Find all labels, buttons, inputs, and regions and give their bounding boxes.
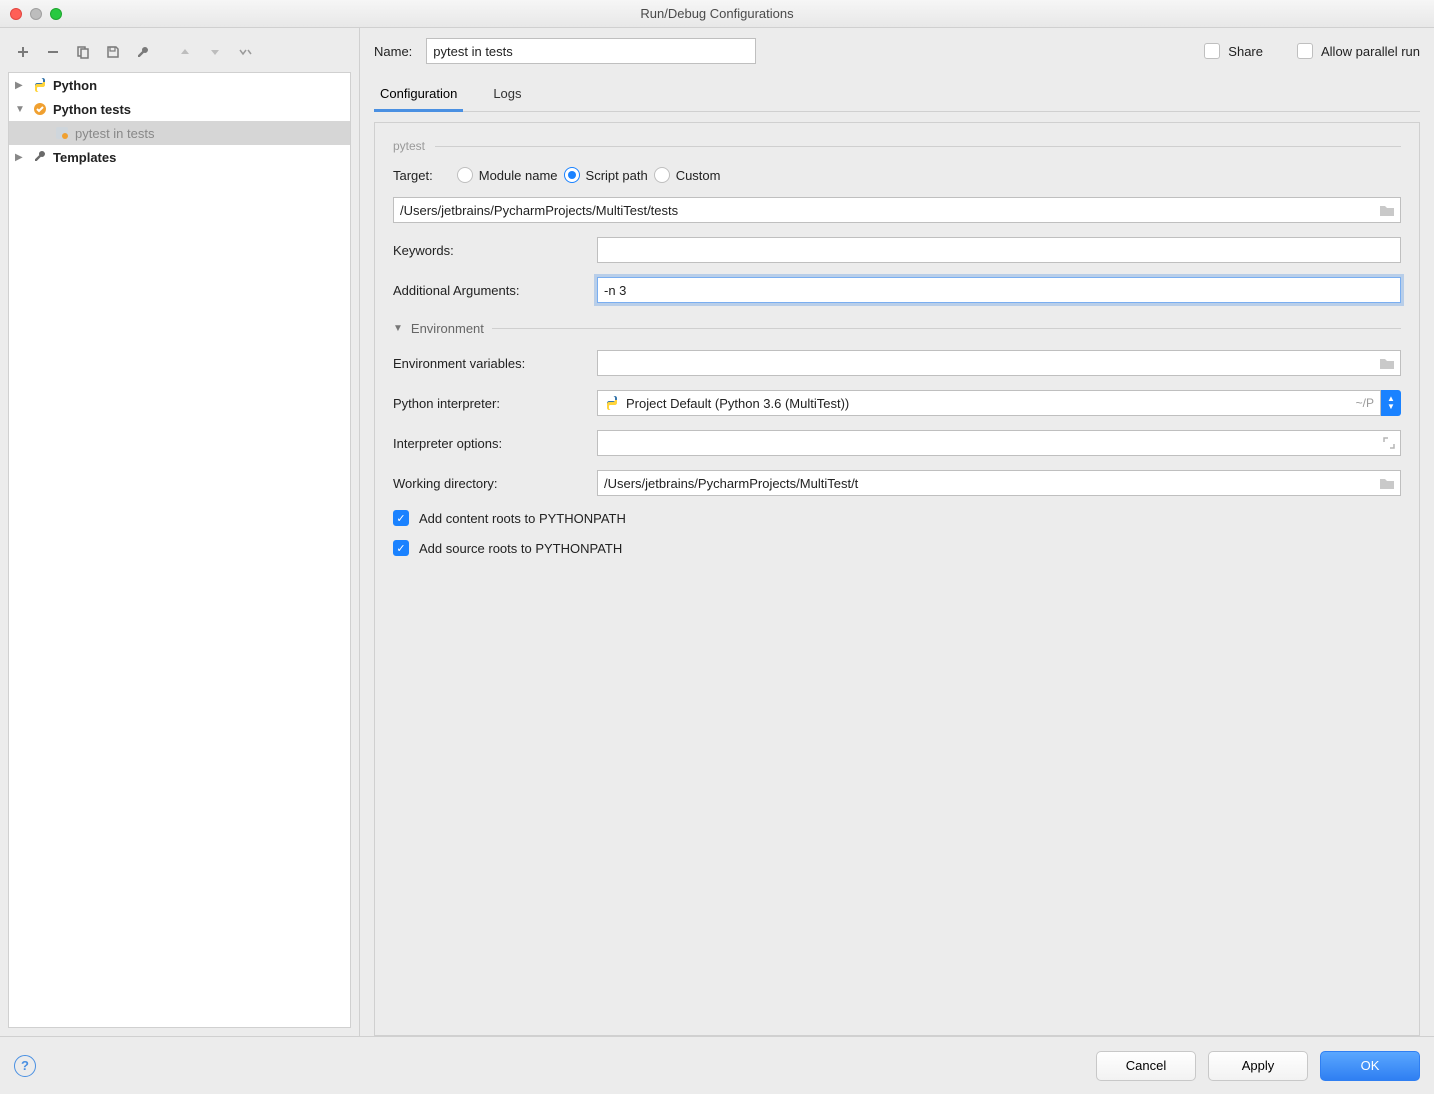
share-label: Share (1228, 44, 1263, 59)
form-area: pytest Target: Module name Script path (374, 122, 1420, 1036)
workdir-label: Working directory: (393, 476, 583, 491)
interp-opts-label: Interpreter options: (393, 436, 583, 451)
environment-section-label: Environment (411, 321, 484, 336)
list-icon[interactable] (1379, 356, 1395, 370)
wrench-icon (31, 149, 49, 165)
chevron-down-icon: ▼ (15, 104, 27, 115)
env-vars-label: Environment variables: (393, 356, 583, 371)
copy-config-button[interactable] (70, 40, 96, 64)
environment-section-header[interactable]: ▼ Environment (393, 321, 1401, 336)
config-tree[interactable]: ▶ Python ▼ Python tests (8, 72, 351, 1028)
move-down-button[interactable] (202, 40, 228, 64)
radio-label-text: Module name (479, 168, 558, 183)
add-content-roots-label: Add content roots to PYTHONPATH (419, 511, 626, 526)
select-arrows-icon[interactable]: ▲▼ (1381, 390, 1401, 416)
window-title: Run/Debug Configurations (0, 6, 1434, 21)
config-toolbar (0, 36, 359, 72)
expand-icon[interactable] (1383, 437, 1395, 449)
tree-label: pytest in tests (75, 126, 154, 141)
cancel-button[interactable]: Cancel (1096, 1051, 1196, 1081)
workdir-input[interactable] (597, 470, 1401, 496)
tree-node-python[interactable]: ▶ Python (9, 73, 350, 97)
edit-defaults-button[interactable] (130, 40, 156, 64)
chevron-right-icon: ▶ (15, 80, 27, 91)
args-label: Additional Arguments: (393, 283, 583, 298)
share-checkbox[interactable] (1204, 43, 1220, 59)
interp-opts-input[interactable] (597, 430, 1401, 456)
radio-label-text: Custom (676, 168, 721, 183)
add-source-roots-label: Add source roots to PYTHONPATH (419, 541, 622, 556)
additional-arguments-input[interactable] (597, 277, 1401, 303)
keywords-input[interactable] (597, 237, 1401, 263)
chevron-right-icon: ▶ (15, 152, 27, 163)
add-source-roots-checkbox[interactable]: ✓ (393, 540, 409, 556)
python-icon (31, 77, 49, 93)
move-up-button[interactable] (172, 40, 198, 64)
tree-node-templates[interactable]: ▶ Templates (9, 145, 350, 169)
remove-config-button[interactable] (40, 40, 66, 64)
pytest-icon (53, 125, 71, 141)
more-actions-button[interactable] (232, 40, 258, 64)
titlebar: Run/Debug Configurations (0, 0, 1434, 28)
interpreter-path-suffix: ~/P (1356, 396, 1374, 410)
interpreter-value: Project Default (Python 3.6 (MultiTest)) (626, 396, 1350, 411)
right-panel: Name: Share Allow parallel run Configura… (360, 28, 1434, 1036)
python-icon (604, 395, 620, 411)
group-label-text: pytest (393, 139, 425, 153)
tree-node-python-tests[interactable]: ▼ Python tests (9, 97, 350, 121)
tabs: Configuration Logs (374, 78, 1420, 112)
ok-button[interactable]: OK (1320, 1051, 1420, 1081)
name-input[interactable] (426, 38, 756, 64)
allow-parallel-label: Allow parallel run (1321, 44, 1420, 59)
tree-label: Templates (53, 150, 116, 165)
target-radio-custom[interactable]: Custom (654, 167, 721, 183)
add-content-roots-checkbox[interactable]: ✓ (393, 510, 409, 526)
tree-label: Python (53, 78, 97, 93)
apply-button[interactable]: Apply (1208, 1051, 1308, 1081)
group-pytest: pytest (393, 139, 1401, 153)
allow-parallel-checkbox[interactable] (1297, 43, 1313, 59)
env-vars-input[interactable] (597, 350, 1401, 376)
chevron-down-icon: ▼ (393, 323, 403, 334)
script-path-input[interactable] (393, 197, 1401, 223)
python-tests-icon (31, 101, 49, 117)
target-label: Target: (393, 168, 433, 183)
name-label: Name: (374, 44, 412, 59)
interpreter-label: Python interpreter: (393, 396, 583, 411)
tab-logs[interactable]: Logs (489, 78, 525, 111)
folder-icon[interactable] (1379, 203, 1395, 217)
tree-node-pytest-in-tests[interactable]: pytest in tests (9, 121, 350, 145)
target-radio-module[interactable]: Module name (457, 167, 558, 183)
keywords-label: Keywords: (393, 243, 583, 258)
folder-icon[interactable] (1379, 476, 1395, 490)
save-config-button[interactable] (100, 40, 126, 64)
add-config-button[interactable] (10, 40, 36, 64)
interpreter-select[interactable]: Project Default (Python 3.6 (MultiTest))… (597, 390, 1381, 416)
dialog-footer: ? Cancel Apply OK (0, 1036, 1434, 1094)
target-radio-script[interactable]: Script path (564, 167, 648, 183)
radio-label-text: Script path (586, 168, 648, 183)
tree-label: Python tests (53, 102, 131, 117)
tab-configuration[interactable]: Configuration (376, 78, 461, 111)
left-panel: ▶ Python ▼ Python tests (0, 28, 360, 1036)
help-button[interactable]: ? (14, 1055, 36, 1077)
